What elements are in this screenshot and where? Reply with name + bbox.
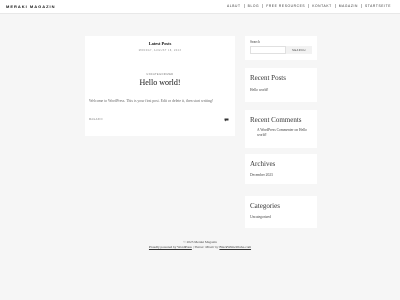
nav-item-magazin[interactable]: MAGAZIN — [334, 4, 361, 8]
search-widget: Search SEARCH — [245, 36, 317, 60]
comment-icon[interactable] — [224, 118, 229, 122]
latest-posts-card: Latest Posts MONDAY, AUGUST 18, 2023 UNC… — [85, 36, 235, 136]
categories-widget: Categories Uncategorized — [245, 196, 317, 228]
nav-item-blog[interactable]: BLOG — [243, 4, 263, 8]
archive-link[interactable]: December 2023 — [250, 173, 273, 177]
site-brand[interactable]: MERAKI MAGAZIN — [6, 4, 56, 9]
top-bar: MERAKI MAGAZIN ALBUT BLOG FREE RESOURCES… — [0, 0, 400, 14]
nav-item-free-resources[interactable]: FREE RESOURCES — [262, 4, 308, 8]
search-input[interactable] — [250, 46, 286, 54]
post-category[interactable]: UNCATEGORIZED — [85, 73, 235, 76]
latest-posts-title: Latest Posts — [148, 41, 172, 46]
post-excerpt: Welcome to WordPress. This is your first… — [89, 99, 214, 103]
nav-item-kontakt[interactable]: KONTAKT — [308, 4, 335, 8]
recent-comments-widget: Recent Comments A WordPress Commenter on… — [245, 110, 317, 148]
nav-item-albut[interactable]: ALBUT — [224, 4, 244, 8]
nav-item-startseite[interactable]: STARTSEITE — [360, 4, 394, 8]
recent-post-link[interactable]: Hello world! — [250, 88, 268, 92]
footer-credits: Proudly powered by WordPress | Theme: Mi… — [148, 245, 252, 249]
footer-powered-link[interactable]: Proudly powered by WordPress — [149, 245, 192, 249]
archives-title: Archives — [250, 160, 276, 168]
footer-theme-text: Theme: Minetr by — [194, 245, 219, 249]
post-date: MONDAY, AUGUST 18, 2023 — [138, 49, 182, 52]
recent-comments-title: Recent Comments — [250, 116, 302, 124]
search-button[interactable]: SEARCH — [286, 46, 312, 54]
site-footer: © 2023 Meraki Magazin Proudly powered by… — [100, 240, 300, 250]
primary-nav: ALBUT BLOG FREE RESOURCES KONTAKT MAGAZI… — [224, 4, 394, 8]
post-author[interactable]: MAGAZIN — [89, 118, 103, 121]
category-link[interactable]: Uncategorized — [250, 215, 271, 219]
footer-theme-author-link[interactable]: BlackWhiteWorks.com — [219, 245, 251, 249]
recent-posts-widget: Recent Posts Hello world! — [245, 68, 317, 102]
post-title[interactable]: Hello world! — [85, 78, 235, 87]
search-label: Search — [250, 40, 260, 44]
recent-comment-link[interactable]: A WordPress Commenter on Hello world! — [257, 128, 311, 138]
categories-title: Categories — [250, 202, 280, 210]
recent-posts-title: Recent Posts — [250, 74, 286, 82]
archives-widget: Archives December 2023 — [245, 154, 317, 184]
